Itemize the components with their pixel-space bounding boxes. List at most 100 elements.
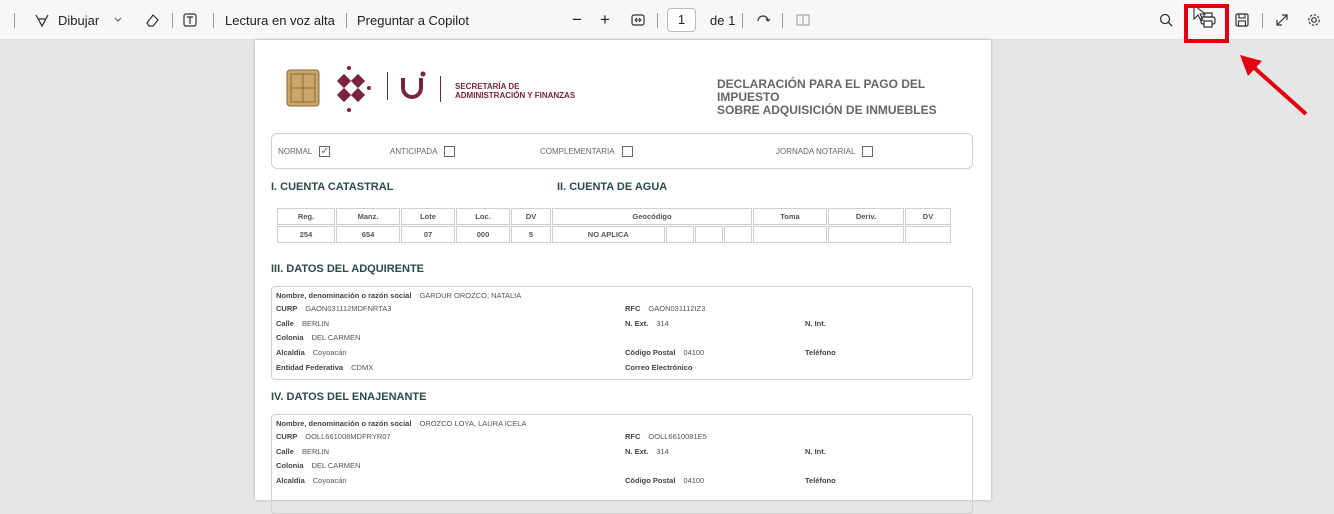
zoom-out-button[interactable]: −: [572, 0, 582, 40]
two-page-icon: [793, 10, 813, 30]
separator: [172, 13, 173, 28]
checkbox-jornada-notarial[interactable]: [862, 146, 874, 157]
field-label: N. Ext.: [625, 319, 649, 328]
red-arrow-annotation: [1240, 55, 1308, 116]
adquirente-nint-row: N. Int.: [805, 319, 826, 328]
option-normal[interactable]: NORMAL ✓: [278, 146, 331, 157]
text-button[interactable]: [180, 0, 200, 40]
field-label: Nombre, denominación o razón social: [276, 291, 412, 300]
section-cuenta-agua: II. CUENTA DE AGUA: [557, 181, 668, 193]
draw-label: Dibujar: [58, 12, 100, 28]
page-number-value: 1: [667, 8, 696, 32]
search-icon: [1156, 10, 1176, 30]
ui-logo: [401, 71, 426, 99]
enajenante-colonia-row: Colonia DEL CARMEN: [276, 461, 360, 470]
enajenante-rfc-row: RFC OOLL6610081E5: [625, 432, 707, 441]
table-cell: [905, 226, 951, 243]
field-value: OOLL661008MDFRYR07: [305, 432, 391, 441]
rotate-icon: [753, 10, 773, 30]
declaration-type-box: NORMAL ✓ ANTICIPADA COMPLEMENTARIA JORNA…: [271, 133, 973, 169]
field-value: 314: [656, 319, 669, 328]
checkbox-normal[interactable]: ✓: [319, 146, 331, 157]
field-label: RFC: [625, 304, 641, 313]
table-header: DV: [905, 208, 951, 225]
adquirente-box: Nombre, denominación o razón social GARDU…: [271, 286, 973, 380]
plus-icon: +: [600, 10, 610, 29]
separator: [657, 13, 658, 28]
enajenante-nint-row: N. Int.: [805, 447, 826, 456]
page-view-button[interactable]: [793, 0, 813, 40]
field-label: CURP: [276, 432, 298, 441]
read-aloud-button[interactable]: Lectura en voz alta: [225, 0, 335, 40]
option-complementaria-label: COMPLEMENTARIA: [540, 147, 615, 156]
fullscreen-button[interactable]: [1272, 0, 1292, 40]
zoom-in-button[interactable]: +: [600, 0, 610, 40]
option-anticipada[interactable]: ANTICIPADA: [390, 146, 456, 157]
table-cell: 07: [401, 226, 455, 243]
field-label: N. Int.: [805, 319, 826, 328]
text-box-icon: [180, 10, 200, 30]
expand-icon: [1272, 10, 1292, 30]
table-cell: [828, 226, 904, 243]
adquirente-calle-row: Calle BERLIN: [276, 319, 329, 328]
enajenante-nombre-row: Nombre, denominación o razón social OROZC…: [276, 419, 526, 428]
adquirente-entidad-row: Entidad Federativa CDMX: [276, 363, 373, 372]
search-button[interactable]: [1156, 0, 1176, 40]
fit-width-button[interactable]: [628, 0, 648, 40]
checkbox-anticipada[interactable]: [444, 146, 456, 157]
page-number-input[interactable]: 1: [667, 0, 696, 40]
field-value: GAON031112MDFNRTA3: [305, 304, 392, 313]
pdf-toolbar: Dibujar Lectura en voz alta Preguntar a …: [0, 0, 1334, 40]
option-complementaria[interactable]: COMPLEMENTARIA: [540, 146, 633, 157]
secretaria-line2: ADMINISTRACIÓN Y FINANZAS: [455, 91, 576, 100]
enajenante-next-row: N. Ext. 314: [625, 447, 669, 456]
separator: [782, 13, 783, 28]
draw-button[interactable]: Dibujar: [32, 0, 99, 40]
minus-icon: −: [572, 10, 582, 29]
table-header: DV: [511, 208, 551, 225]
save-button[interactable]: [1232, 0, 1252, 40]
table-cell: 254: [277, 226, 335, 243]
title-line1: DECLARACIÓN PARA EL PAGO DEL IMPUESTO: [717, 77, 926, 104]
enajenante-calle-row: Calle BERLIN: [276, 447, 329, 456]
secretaria-name: SECRETARÍA DE ADMINISTRACIÓN Y FINANZAS: [455, 82, 575, 100]
ask-copilot-button[interactable]: Preguntar a Copilot: [357, 0, 469, 40]
option-anticipada-label: ANTICIPADA: [390, 147, 438, 156]
enajenante-box: Nombre, denominación o razón social OROZC…: [271, 414, 973, 514]
field-value: DEL CARMEN: [311, 461, 361, 470]
option-normal-label: NORMAL: [278, 147, 313, 156]
title-line2: SOBRE ADQUISICIÓN DE INMUEBLES: [717, 103, 937, 117]
field-value: Coyoacán: [312, 348, 347, 357]
table-header: Geocódigo: [552, 208, 752, 225]
rotate-button[interactable]: [753, 0, 773, 40]
option-jornada-label: JORNADA NOTARIAL: [776, 147, 856, 156]
read-aloud-label: Lectura en voz alta: [225, 12, 335, 28]
adquirente-rfc-row: RFC GAON031112IZ3: [625, 304, 705, 313]
table-row: 254 654 07 000 5 NO APLICA: [277, 226, 951, 243]
separator: [213, 13, 214, 28]
field-label: N. Ext.: [625, 447, 649, 456]
settings-button[interactable]: [1304, 0, 1324, 40]
separator: [14, 13, 15, 28]
checkbox-complementaria[interactable]: [621, 146, 633, 157]
field-label: Nombre, denominación o razón social: [276, 419, 412, 428]
table-cell: NO APLICA: [552, 226, 665, 243]
field-label: Teléfono: [805, 348, 836, 357]
pdf-page: SECRETARÍA DE ADMINISTRACIÓN Y FINANZAS …: [255, 40, 991, 514]
chevron-down-icon: [108, 10, 128, 30]
cuenta-table: Reg. Manz. Lote Loc. DV Geocódigo Toma D…: [276, 207, 952, 244]
section-cuenta-catastral: I. CUENTA CATASTRAL: [271, 181, 394, 193]
field-value: BERLIN: [301, 447, 330, 456]
coat-of-arms-logo: [286, 69, 320, 107]
table-cell: [694, 226, 723, 243]
field-label: Entidad Federativa: [276, 363, 344, 372]
option-jornada-notarial[interactable]: JORNADA NOTARIAL: [776, 146, 874, 157]
field-label: Código Postal: [625, 348, 676, 357]
page-count-label: de 1: [710, 12, 736, 28]
enajenante-telefono-row: Teléfono: [805, 476, 836, 485]
erase-button[interactable]: [142, 0, 162, 40]
field-value: Coyoacán: [312, 476, 347, 485]
draw-options-dropdown[interactable]: [108, 0, 128, 40]
field-label: Alcaldía: [276, 476, 305, 485]
print-highlight-box: [1184, 4, 1229, 43]
